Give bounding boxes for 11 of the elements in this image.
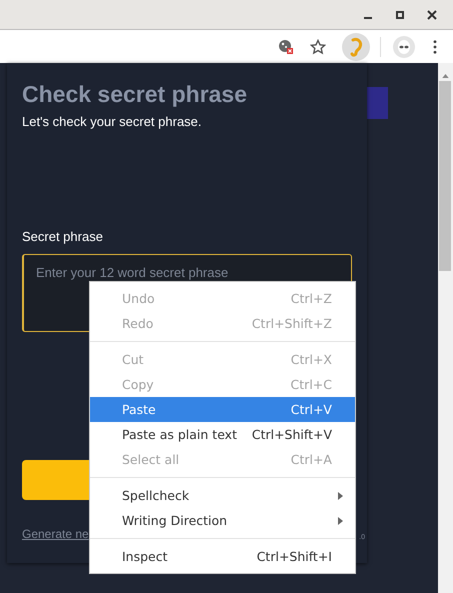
shortcut-text: Ctrl+Shift+Z (252, 316, 332, 331)
shortcut-text: Ctrl+A (290, 452, 332, 467)
shortcut-text: Ctrl+Shift+V (252, 427, 332, 442)
popup-subtitle: Let's check your secret phrase. (22, 114, 203, 129)
field-label: Secret phrase (22, 229, 104, 244)
shortcut-text: Ctrl+Z (290, 291, 332, 306)
shortcut-text: Ctrl+C (290, 377, 332, 392)
popup-title: Check secret phrase (22, 81, 248, 108)
shortcut-text: Ctrl+X (290, 352, 332, 367)
shortcut-text: Ctrl+Shift+I (256, 549, 332, 564)
shortcut-text: Ctrl+V (290, 402, 332, 417)
